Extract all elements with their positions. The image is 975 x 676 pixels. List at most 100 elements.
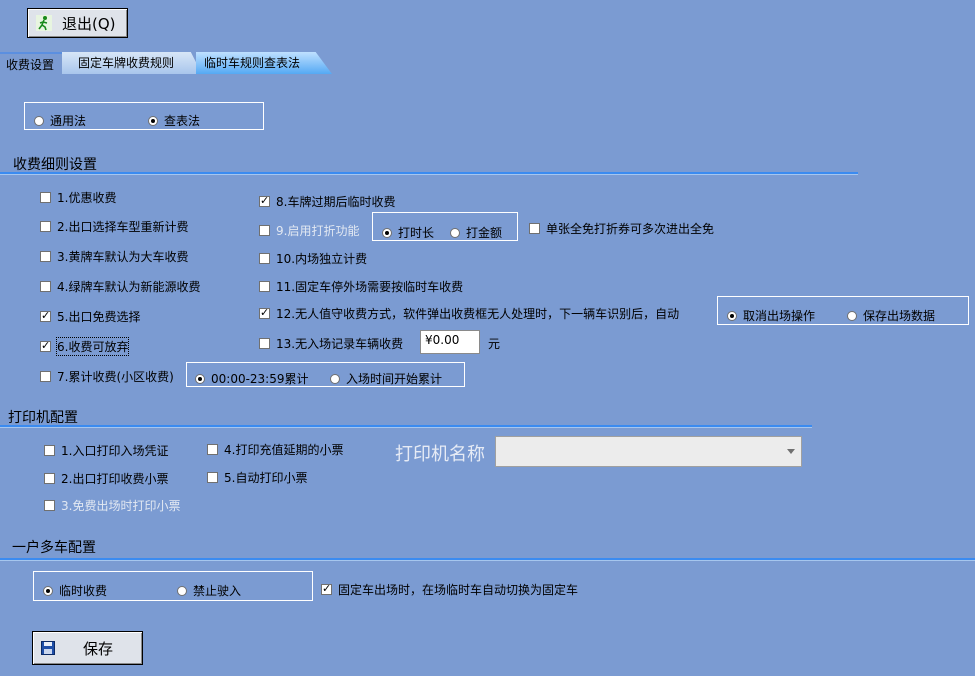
cumulative-entry-label: 入场时间开始累计 [346,372,443,386]
exit-button[interactable]: 退出(Q) [27,8,128,38]
printer-recharge-receipt[interactable]: 4.打印充值延期的小票 [207,441,343,458]
radio-circle [148,115,158,126]
fee-item-label: 5.出口免费选择 [57,310,141,324]
discount-amount-label: 打金额 [466,226,503,240]
fee-section-divider [0,172,858,175]
unattended-save-radio[interactable]: 保存出场数据 [847,307,935,324]
checkbox [40,221,51,232]
radio-circle [330,373,340,384]
radio-circle [382,227,392,238]
single-full-free-label: 单张全免打折券可多次进出全免 [546,222,715,236]
radio-circle [450,227,460,238]
fee-item-label: 10.内场独立计费 [276,252,368,266]
tab-strip: 收费设置 固定车牌收费规则 临时车规则查表法 [0,52,340,74]
no-entry-fee-input[interactable]: ¥0.00 [420,330,480,354]
multi-car-section-divider [0,558,975,561]
tab-fee-settings[interactable]: 收费设置 [0,52,62,74]
discount-amount-radio[interactable]: 打金额 [450,224,502,241]
unattended-cancel-label: 取消出场操作 [743,309,816,323]
fee-item-9[interactable]: 9.启用打折功能 [259,222,359,239]
fee-item-4[interactable]: 4.绿牌车默认为新能源收费 [40,278,200,295]
multi-car-no-entry-label: 禁止驶入 [193,584,242,598]
radio-circle [177,585,187,596]
printer-section-divider [0,425,812,428]
checkbox [44,500,55,511]
checkbox [259,253,270,264]
save-label: 保存 [83,639,114,658]
checkbox [259,281,270,292]
checkbox [259,306,270,319]
fee-item-label: 7.累计收费(小区收费) [57,370,174,384]
cumulative-day-label: 00:00-23:59累计 [211,372,309,386]
checkbox [259,225,270,236]
unattended-cancel-radio[interactable]: 取消出场操作 [727,307,815,324]
checkbox [40,339,51,352]
fee-item-7[interactable]: 7.累计收费(小区收费) [40,368,174,385]
radio-circle [43,585,53,596]
printer-item-label: 5.自动打印小票 [224,471,308,485]
multi-car-temp-fee-radio[interactable]: 临时收费 [43,582,107,599]
printer-item-label: 1.入口打印入场凭证 [61,444,169,458]
fee-item-3[interactable]: 3.黄牌车默认为大车收费 [40,248,188,265]
cumulative-entry-radio[interactable]: 入场时间开始累计 [330,370,442,387]
unattended-save-label: 保存出场数据 [863,309,936,323]
single-full-free-checkbox[interactable]: 单张全免打折券可多次进出全免 [529,220,714,237]
checkbox [321,582,332,595]
floppy-disk-icon [41,641,55,655]
printer-name-select[interactable] [495,436,802,467]
checkbox [40,371,51,382]
fee-item-1[interactable]: 1.优惠收费 [40,189,116,206]
auto-switch-label: 固定车出场时，在场临时车自动切换为固定车 [338,583,579,597]
printer-item-label: 4.打印充值延期的小票 [224,443,344,457]
multi-car-no-entry-radio[interactable]: 禁止驶入 [177,582,241,599]
fee-item-label: 2.出口选择车型重新计费 [57,220,189,234]
no-entry-fee-unit: 元 [488,337,501,351]
fee-item-5[interactable]: 5.出口免费选择 [40,308,140,325]
auto-switch-checkbox[interactable]: 固定车出场时，在场临时车自动切换为固定车 [321,581,578,598]
checkbox [207,444,218,455]
fee-item-12[interactable]: 12.无人值守收费方式，软件弹出收费框无人处理时，下一辆车识别后，自动 [259,305,679,322]
tab-fixed-plate-rules[interactable]: 固定车牌收费规则 [62,52,202,74]
checkbox [529,223,540,234]
printer-section-title: 打印机配置 [8,410,78,426]
fee-item-label: 9.启用打折功能 [276,224,360,238]
method-general-radio[interactable]: 通用法 [34,112,86,129]
fee-section-title: 收费细则设置 [13,157,97,173]
fee-item-label: 1.优惠收费 [57,191,117,205]
printer-free-exit-receipt[interactable]: 3.免费出场时打印小票 [44,497,180,514]
checkbox [44,445,55,456]
method-general-label: 通用法 [50,114,87,128]
chevron-down-icon [787,449,795,454]
radio-circle [34,115,44,126]
discount-duration-radio[interactable]: 打时长 [382,224,434,241]
radio-circle [195,373,205,384]
exit-run-icon [36,15,52,31]
multi-car-temp-fee-label: 临时收费 [59,584,108,598]
cumulative-day-radio[interactable]: 00:00-23:59累计 [195,370,309,387]
fee-item-10[interactable]: 10.内场独立计费 [259,250,367,267]
checkbox [40,192,51,203]
tab-temp-table-method[interactable]: 临时车规则查表法 [196,52,332,74]
fee-item-6[interactable]: 6.收费可放弃 [40,337,130,356]
fee-item-label: 4.绿牌车默认为新能源收费 [57,280,201,294]
checkbox [40,251,51,262]
exit-label: 退出(Q) [62,14,116,33]
method-table-radio[interactable]: 查表法 [148,112,200,129]
checkbox [44,473,55,484]
fee-item-label: 11.固定车停外场需要按临时车收费 [276,280,464,294]
printer-exit-receipt[interactable]: 2.出口打印收费小票 [44,470,168,487]
checkbox [40,309,51,322]
fee-item-11[interactable]: 11.固定车停外场需要按临时车收费 [259,278,463,295]
fee-item-8[interactable]: 8.车牌过期后临时收费 [259,193,395,210]
fee-item-label: 6.收费可放弃 [55,337,130,356]
fee-item-label: 13.无入场记录车辆收费 [276,337,404,351]
save-button[interactable]: 保存 [32,631,143,665]
fee-item-label: 8.车牌过期后临时收费 [276,195,396,209]
checkbox [259,338,270,349]
method-table-label: 查表法 [164,114,201,128]
printer-auto-print[interactable]: 5.自动打印小票 [207,469,307,486]
printer-item-label: 3.免费出场时打印小票 [61,499,181,513]
fee-item-13[interactable]: 13.无入场记录车辆收费 [259,335,403,352]
fee-item-2[interactable]: 2.出口选择车型重新计费 [40,218,188,235]
printer-entry-ticket[interactable]: 1.入口打印入场凭证 [44,442,168,459]
